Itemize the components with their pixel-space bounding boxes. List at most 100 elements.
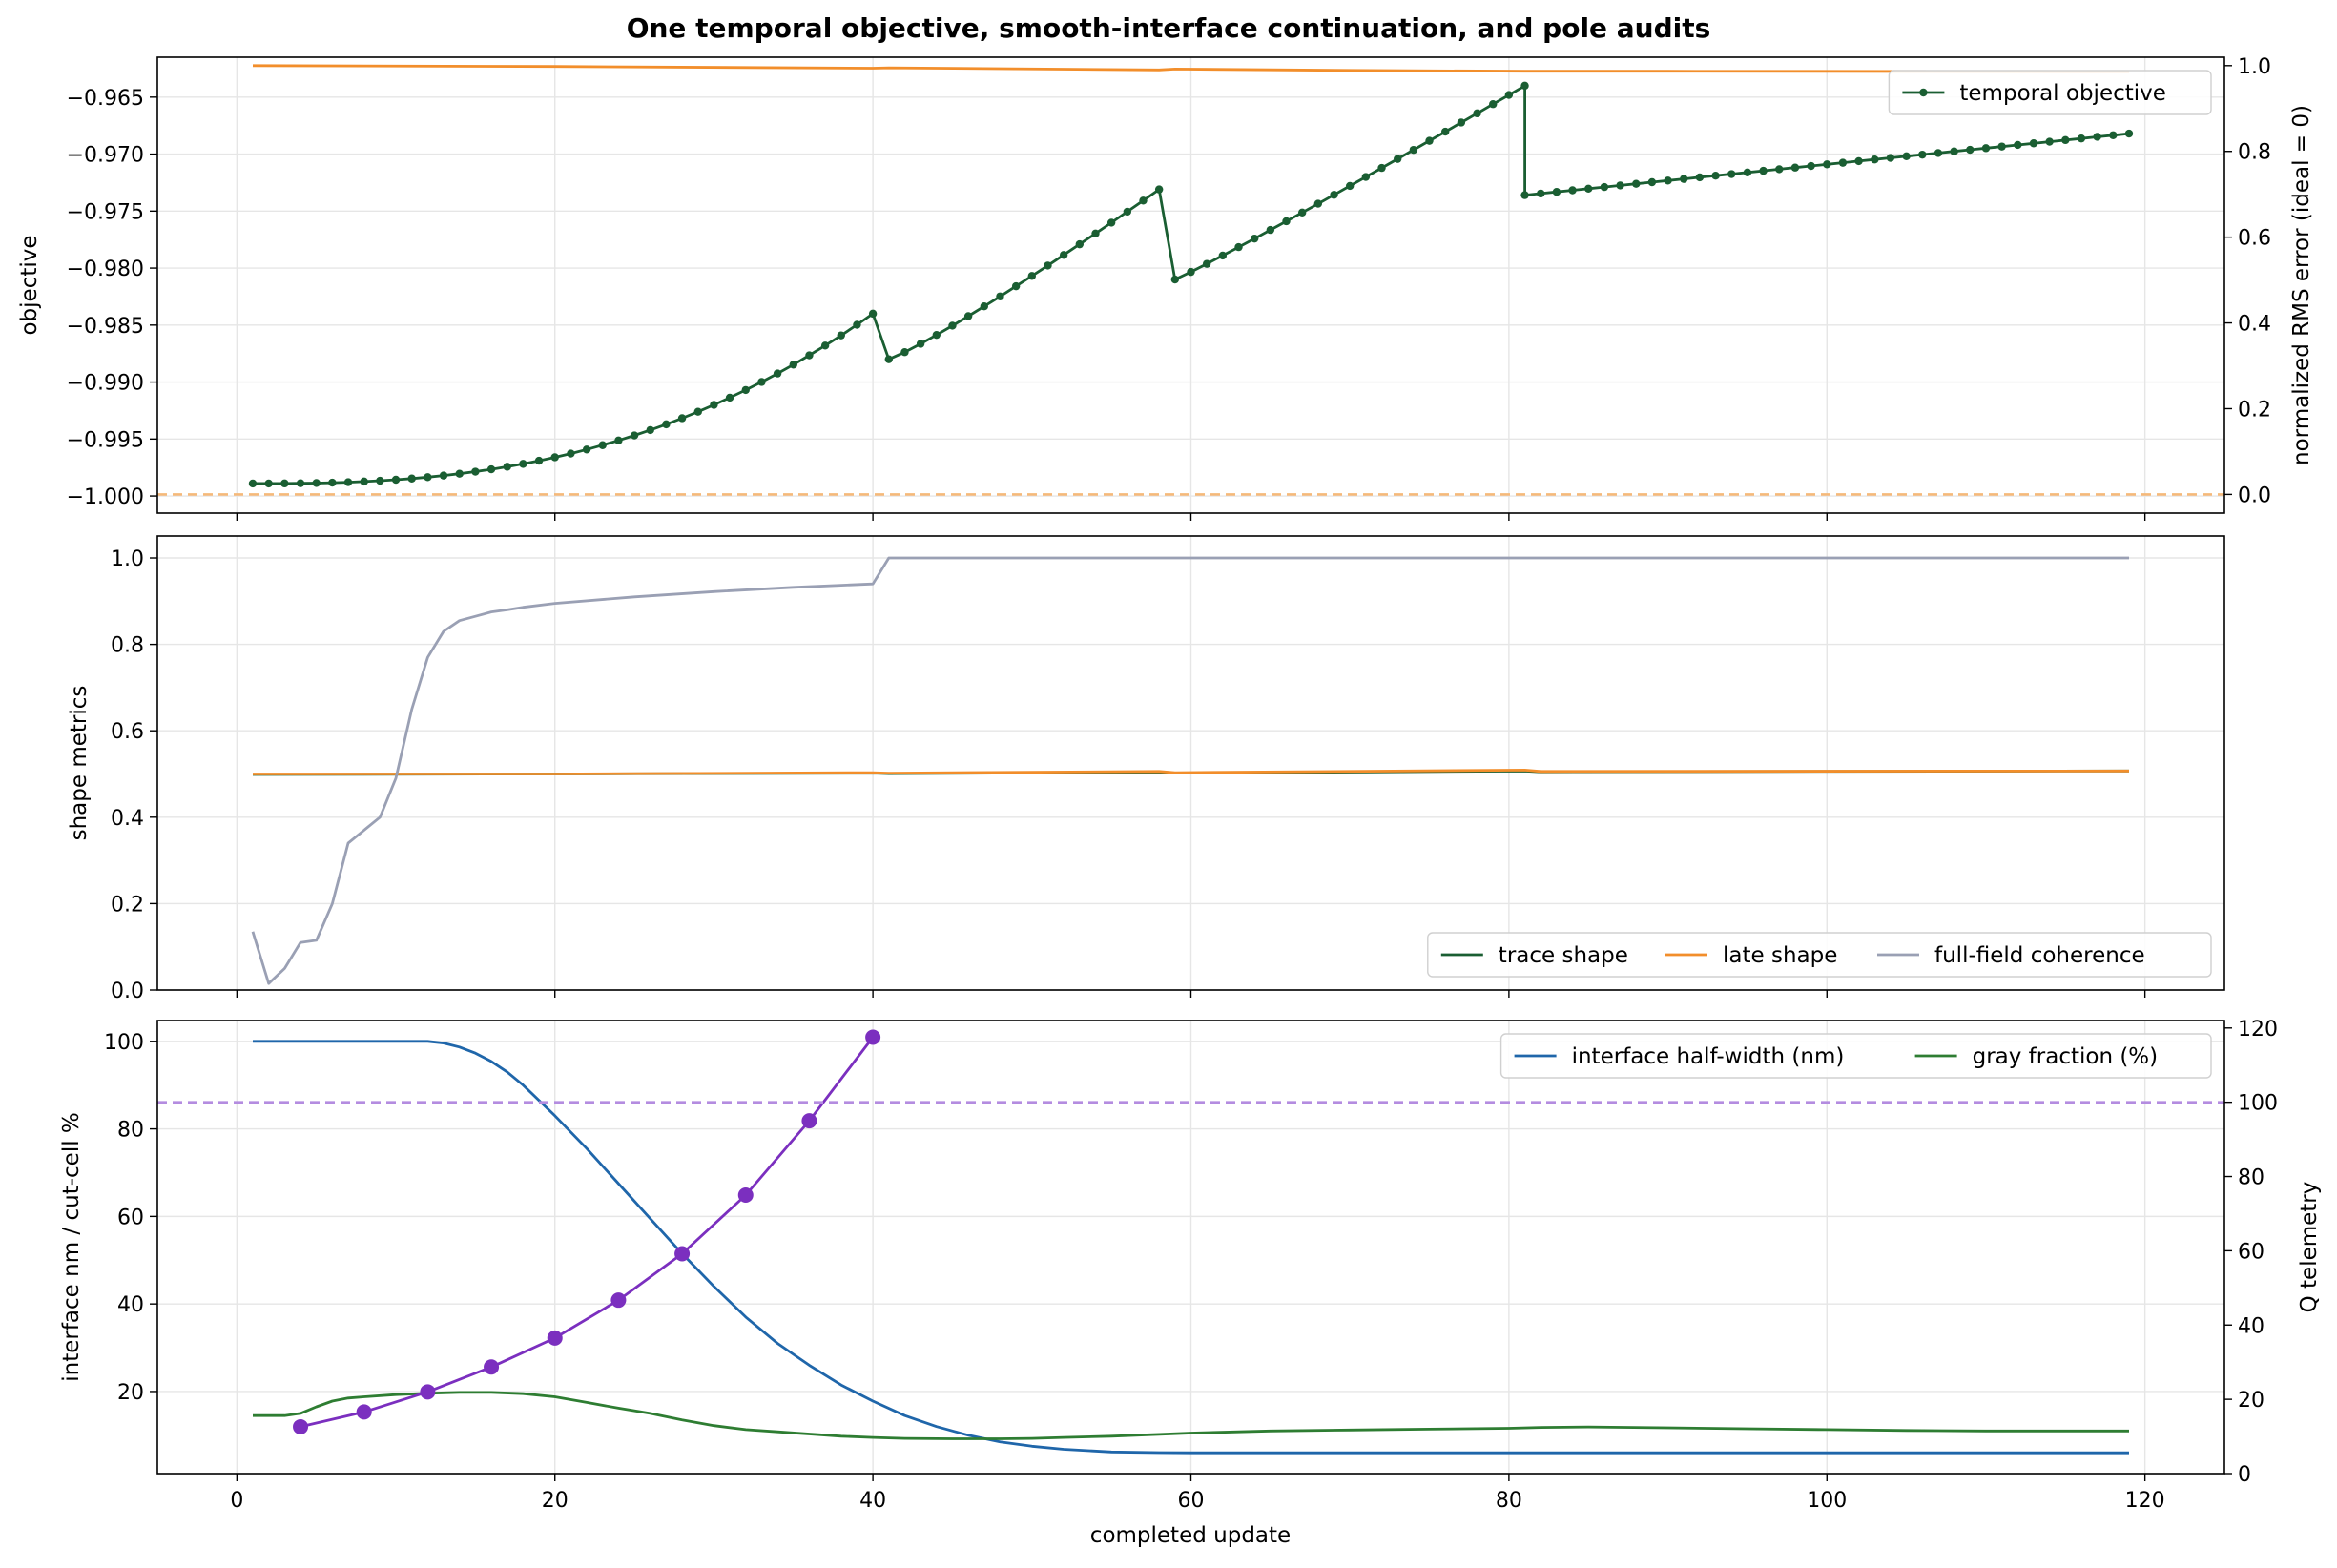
top-series-temporal-objective-point bbox=[1871, 155, 1879, 164]
top-series-temporal-objective-point bbox=[1616, 181, 1624, 190]
top-y-axis-label: objective bbox=[17, 235, 42, 335]
bottom-legend-label: interface half-width (nm) bbox=[1572, 1044, 1845, 1069]
top-series-temporal-objective-point bbox=[1409, 145, 1418, 155]
top-series-temporal-objective-point bbox=[1584, 184, 1593, 194]
top-series-temporal-objective-point bbox=[1632, 179, 1641, 188]
top-series-temporal-objective-point bbox=[1170, 275, 1180, 284]
top-series-temporal-objective-point bbox=[248, 479, 258, 488]
bottom-y2-tick-label: 100 bbox=[2238, 1092, 2278, 1116]
top-series-temporal-objective-point bbox=[1473, 109, 1481, 118]
top-series-temporal-objective-point bbox=[1520, 191, 1529, 199]
top-series-temporal-objective-point bbox=[550, 453, 559, 462]
top-series-temporal-objective-point bbox=[328, 478, 337, 487]
top-series-temporal-objective-point bbox=[1711, 172, 1720, 180]
top-series-temporal-objective-point bbox=[948, 321, 957, 330]
top-series-temporal-objective-point bbox=[1823, 160, 1831, 169]
top-series-temporal-objective-point bbox=[2014, 140, 2022, 150]
top-series-temporal-objective-point bbox=[424, 473, 432, 482]
top-series-temporal-objective-point bbox=[343, 478, 353, 486]
x-axis-label: completed update bbox=[1090, 1523, 1291, 1548]
top-series-temporal-objective-point bbox=[1234, 242, 1243, 252]
top-series-temporal-objective-point bbox=[1520, 81, 1529, 91]
top-series-temporal-objective-point bbox=[280, 479, 289, 488]
top-series-temporal-objective-point bbox=[1886, 154, 1895, 162]
top-series-temporal-objective-point bbox=[1504, 91, 1514, 99]
bottom-x-tick-label: 120 bbox=[2125, 1489, 2165, 1513]
middle-legend-label: full-field coherence bbox=[1934, 943, 2145, 968]
middle-y-tick-label: 0.0 bbox=[111, 980, 144, 1003]
top-y2-tick-label: 0.6 bbox=[2238, 227, 2271, 251]
top-series-temporal-objective-point bbox=[677, 414, 687, 423]
top-series-temporal-objective-point bbox=[1966, 145, 1975, 155]
top-series-temporal-objective-point bbox=[1695, 173, 1705, 182]
bottom-y2-tick-label: 80 bbox=[2238, 1166, 2265, 1190]
top-series-temporal-objective-point bbox=[1027, 272, 1037, 280]
bottom-y2-axis-label: Q telemetry bbox=[2297, 1182, 2322, 1313]
top-y2-tick-label: 1.0 bbox=[2238, 55, 2271, 79]
top-series-temporal-objective-point bbox=[963, 312, 973, 320]
top-y2-tick-label: 0.4 bbox=[2238, 313, 2271, 337]
top-series-temporal-objective-point bbox=[2093, 133, 2101, 141]
top-y-tick-label: −0.970 bbox=[67, 144, 144, 168]
top-series-temporal-objective-point bbox=[916, 340, 925, 348]
bottom-y-axis-label: interface nm / cut-cell % bbox=[59, 1112, 84, 1382]
top-series-temporal-objective-point bbox=[1552, 187, 1561, 196]
top-series-temporal-objective-point bbox=[1981, 144, 1991, 153]
top-series-temporal-objective-point bbox=[1759, 166, 1768, 175]
top-y-tick-label: −1.000 bbox=[67, 485, 144, 509]
top-y2-tick-label: 0.2 bbox=[2238, 398, 2271, 422]
bottom-x-tick-label: 100 bbox=[1807, 1489, 1847, 1513]
top-y-tick-label: −0.965 bbox=[67, 87, 144, 111]
top-series-temporal-objective-point bbox=[932, 330, 941, 340]
bottom-series-q-point bbox=[356, 1404, 372, 1420]
figure-title: One temporal objective, smooth-interface… bbox=[627, 12, 1711, 44]
top-series-temporal-objective-point bbox=[1075, 239, 1085, 249]
middle-y-tick-label: 0.6 bbox=[111, 720, 144, 744]
bottom-series-q-point bbox=[610, 1292, 627, 1309]
bottom-x-tick-label: 60 bbox=[1178, 1489, 1205, 1513]
bottom-series-q-point bbox=[865, 1029, 881, 1045]
top-series-temporal-objective-point bbox=[455, 469, 464, 478]
top-series-temporal-objective-point bbox=[1106, 218, 1116, 227]
top-series-temporal-objective-point bbox=[1537, 189, 1545, 198]
top-series-temporal-objective-point bbox=[598, 441, 607, 449]
top-series-temporal-objective-point bbox=[1790, 163, 1800, 172]
top-series-temporal-objective-point bbox=[1282, 217, 1291, 226]
top-series-temporal-objective-point bbox=[614, 436, 623, 445]
chart-canvas: One temporal objective, smooth-interface… bbox=[0, 0, 2337, 1564]
top-series-temporal-objective-point bbox=[567, 449, 575, 458]
bottom-x-tick-label: 0 bbox=[230, 1489, 243, 1513]
top-series-temporal-objective-point bbox=[1425, 136, 1434, 145]
top-series-temporal-objective-point bbox=[1202, 259, 1211, 268]
top-series-temporal-objective-point bbox=[1250, 234, 1259, 243]
top-series-temporal-objective-point bbox=[1918, 150, 1927, 159]
bottom-series-q-point bbox=[737, 1186, 754, 1203]
bottom-y2-tick-label: 0 bbox=[2238, 1463, 2251, 1487]
top-series-temporal-objective-point bbox=[1361, 173, 1371, 181]
top-series-temporal-objective-point bbox=[725, 393, 734, 402]
top-y2-axis-label: normalized RMS error (ideal = 0) bbox=[2289, 105, 2314, 465]
top-y-tick-label: −0.975 bbox=[67, 200, 144, 224]
top-series-temporal-objective-point bbox=[1330, 191, 1338, 199]
top-series-temporal-objective-point bbox=[391, 475, 401, 485]
middle-y-axis-label: shape metrics bbox=[67, 686, 92, 841]
top-series-temporal-objective-point bbox=[837, 331, 845, 340]
top-series-temporal-objective-point bbox=[503, 463, 511, 471]
top-series-temporal-objective-point bbox=[630, 431, 639, 440]
top-series-temporal-objective-point bbox=[1187, 267, 1195, 277]
top-series-temporal-objective-point bbox=[1266, 225, 1275, 235]
top-series-temporal-objective-point bbox=[264, 479, 273, 488]
top-series-temporal-objective-point bbox=[534, 456, 544, 465]
bottom-x-tick-label: 40 bbox=[859, 1489, 886, 1513]
bottom-y-tick-label: 100 bbox=[104, 1031, 144, 1055]
top-y-tick-label: −0.990 bbox=[67, 372, 144, 396]
top-series-temporal-objective-point bbox=[1489, 100, 1498, 109]
top-series-temporal-objective-point bbox=[1044, 261, 1052, 270]
top-series-temporal-objective-point bbox=[1377, 163, 1386, 173]
top-series-temporal-objective-point bbox=[1313, 199, 1323, 208]
top-series-temporal-objective-point bbox=[2029, 139, 2038, 148]
top-legend-label: temporal objective bbox=[1959, 81, 2166, 106]
top-series-temporal-objective-point bbox=[2109, 131, 2118, 139]
top-series-temporal-objective-point bbox=[407, 474, 416, 483]
bottom-x-tick-label: 80 bbox=[1496, 1489, 1522, 1513]
